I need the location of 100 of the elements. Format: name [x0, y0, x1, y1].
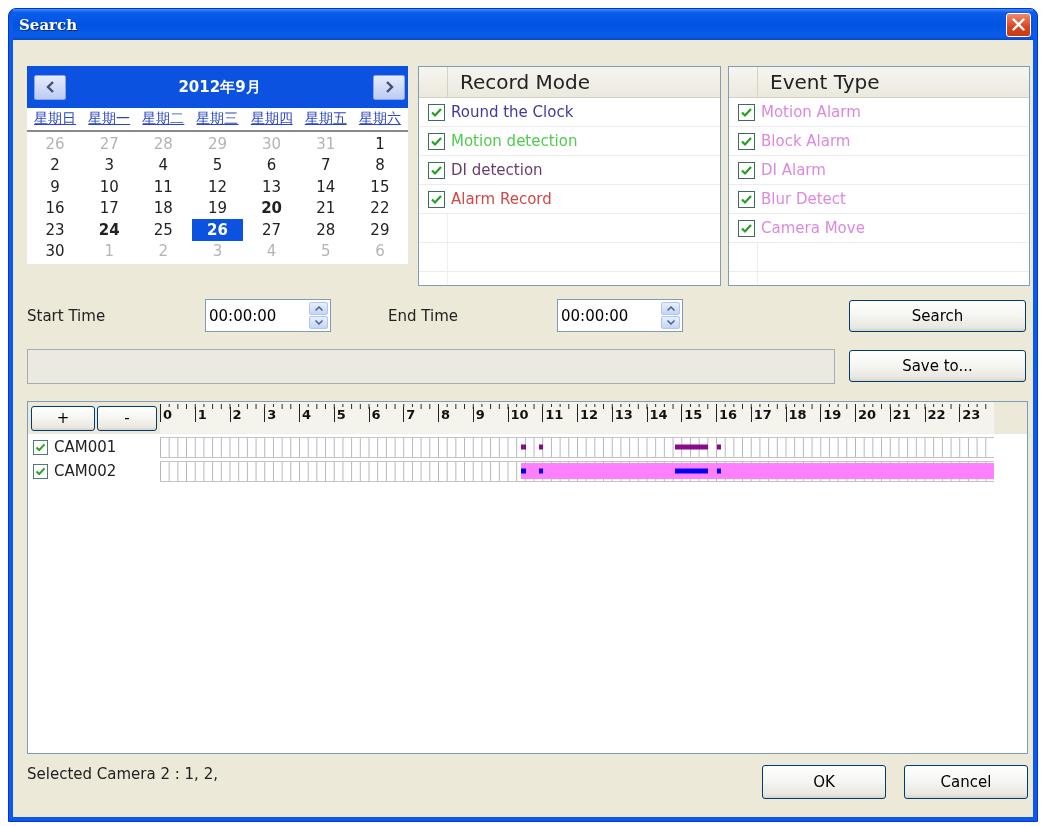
- spin-down-button[interactable]: [309, 316, 328, 329]
- calendar-day[interactable]: 2: [30, 154, 81, 176]
- close-icon: [1011, 17, 1026, 32]
- weekday-label: 星期五: [303, 110, 348, 128]
- calendar-day[interactable]: 16: [30, 197, 81, 219]
- calendar-day[interactable]: 29: [354, 219, 405, 241]
- hour-label: 22: [924, 407, 947, 422]
- checkbox[interactable]: [428, 132, 445, 150]
- hour-label: 8: [438, 407, 452, 422]
- calendar-day[interactable]: 10: [84, 176, 135, 198]
- calendar-day[interactable]: 17: [84, 197, 135, 219]
- column-header-label: Event Type: [769, 70, 880, 94]
- calendar-day[interactable]: 24: [84, 219, 135, 241]
- chevron-left-icon: [45, 81, 55, 93]
- calendar-day[interactable]: 22: [354, 197, 405, 219]
- hour-label: 6: [368, 407, 382, 422]
- calendar-day[interactable]: 26: [192, 219, 243, 241]
- spin-down-button[interactable]: [661, 316, 680, 329]
- caret-down-icon: [666, 320, 675, 325]
- weekday-label: 星期二: [141, 110, 186, 128]
- hour-label: 15: [681, 407, 704, 422]
- calendar-day[interactable]: 30: [30, 240, 81, 262]
- spin-up-button[interactable]: [309, 302, 328, 315]
- checkbox[interactable]: [428, 190, 445, 208]
- weekday-label: 星期六: [357, 110, 402, 128]
- calendar-day[interactable]: 6: [246, 154, 297, 176]
- search-button[interactable]: Search: [849, 299, 1026, 332]
- weekday-label: 星期一: [87, 110, 132, 128]
- checkbox[interactable]: [738, 161, 755, 179]
- hour-label: 13: [611, 407, 634, 422]
- calendar-day[interactable]: 27: [246, 219, 297, 241]
- calendar-day[interactable]: 28: [300, 219, 351, 241]
- zoom-out-button[interactable]: -: [97, 405, 157, 431]
- calendar-day[interactable]: 20: [246, 197, 297, 219]
- column-header-label: Record Mode: [459, 70, 590, 94]
- caret-up-icon: [314, 306, 323, 311]
- checkbox[interactable]: [33, 439, 48, 455]
- calendar-day[interactable]: 9: [30, 176, 81, 198]
- weekday-label: 星期三: [195, 110, 240, 128]
- calendar-day[interactable]: 12: [192, 176, 243, 198]
- path-field[interactable]: [27, 348, 835, 384]
- calendar-day[interactable]: 18: [138, 197, 189, 219]
- record-segment: [675, 444, 709, 450]
- checkbox[interactable]: [738, 103, 755, 121]
- calendar-day[interactable]: 14: [300, 176, 351, 198]
- hour-label: 21: [889, 407, 912, 422]
- close-button[interactable]: [1006, 12, 1031, 37]
- hour-label: 10: [507, 407, 530, 422]
- zoom-in-button[interactable]: +: [31, 405, 95, 431]
- weekday-label: 星期四: [249, 110, 294, 128]
- dialog-button[interactable]: OK: [762, 765, 886, 799]
- hour-label: 5: [333, 407, 347, 422]
- calendar-day[interactable]: 25: [138, 219, 189, 241]
- calendar-day[interactable]: 1: [354, 133, 405, 155]
- hour-label: 11: [542, 407, 565, 422]
- checkbox[interactable]: [738, 190, 755, 208]
- calendar-day[interactable]: 11: [138, 176, 189, 198]
- hour-label: 23: [959, 407, 982, 422]
- checkbox[interactable]: [738, 219, 755, 237]
- calendar-day[interactable]: 5: [192, 154, 243, 176]
- timeline-track[interactable]: [160, 436, 994, 458]
- checkbox[interactable]: [428, 103, 445, 121]
- hour-label: 12: [577, 407, 600, 422]
- month-title: 2012年9月: [178, 77, 261, 97]
- hour-label: 4: [299, 407, 313, 422]
- timeline-track[interactable]: [160, 460, 994, 482]
- dialog-button[interactable]: Cancel: [904, 765, 1028, 799]
- record-segment: [538, 444, 543, 450]
- camera-name[interactable]: CAM001: [54, 438, 117, 456]
- list-item-label[interactable]: Alarm Record: [451, 190, 552, 208]
- save-button[interactable]: Save to...: [849, 350, 1026, 382]
- record-segment: [716, 444, 721, 450]
- calendar-day[interactable]: 15: [354, 176, 405, 198]
- previous-month-button[interactable]: [34, 74, 66, 100]
- calendar-day[interactable]: 7: [300, 154, 351, 176]
- calendar-day[interactable]: 4: [138, 154, 189, 176]
- spin-up-button[interactable]: [661, 302, 680, 315]
- hour-label: 20: [855, 407, 878, 422]
- checkbox[interactable]: [33, 463, 48, 479]
- status-text: Selected Camera 2 : 1, 2,: [27, 765, 218, 783]
- list-item-label[interactable]: DI detection: [451, 161, 543, 179]
- list-item-label[interactable]: Round the Clock: [451, 103, 574, 121]
- hour-label: 0: [160, 407, 174, 422]
- calendar-day[interactable]: 8: [354, 154, 405, 176]
- hour-label: 2: [229, 407, 243, 422]
- hour-label: 18: [785, 407, 808, 422]
- checkbox[interactable]: [738, 132, 755, 150]
- window-title: Search: [19, 15, 78, 34]
- next-month-button[interactable]: [373, 74, 405, 100]
- hour-label: 17: [750, 407, 773, 422]
- camera-name[interactable]: CAM002: [54, 462, 117, 480]
- calendar-day[interactable]: 21: [300, 197, 351, 219]
- calendar-day[interactable]: 13: [246, 176, 297, 198]
- hour-label: 1: [194, 407, 208, 422]
- hour-label: 9: [472, 407, 486, 422]
- checkbox[interactable]: [428, 161, 445, 179]
- hour-label: 16: [716, 407, 739, 422]
- calendar-day[interactable]: 23: [30, 219, 81, 241]
- calendar-day[interactable]: 3: [84, 154, 135, 176]
- calendar-day[interactable]: 19: [192, 197, 243, 219]
